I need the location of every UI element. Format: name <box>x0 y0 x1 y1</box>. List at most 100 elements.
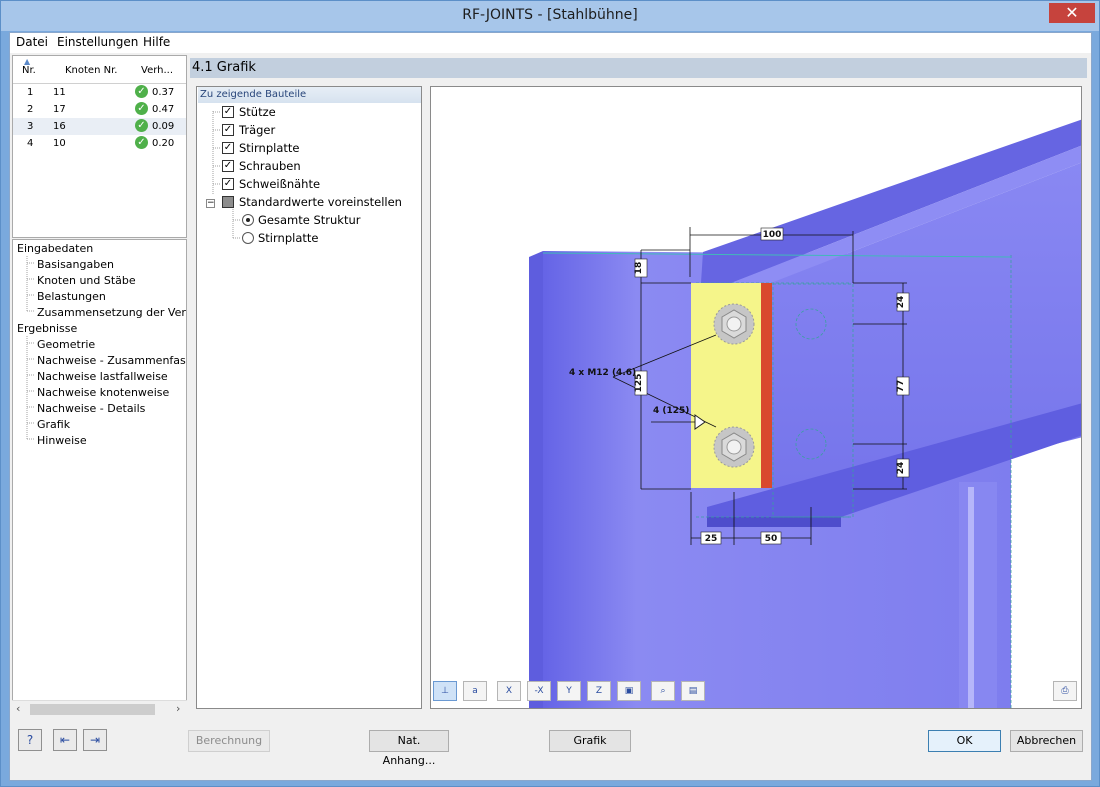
import-icon[interactable]: ⇤ <box>53 729 77 751</box>
label-stirnplatte: Stirnplatte <box>239 141 300 155</box>
weld-annotation: 4 (125) <box>653 406 689 416</box>
tree-item-nachweise-knoten[interactable]: Nachweise knotenweise <box>37 386 169 399</box>
scroll-thumb[interactable] <box>30 704 155 715</box>
row-knoten: 10 <box>53 138 66 149</box>
graphic-toolbar: ⊥ a X -X Y Z ▣ ⌕ ▤ ⎙ <box>430 681 1082 707</box>
tree-horizontal-scrollbar[interactable]: ‹ › <box>12 700 187 717</box>
tree-group-results[interactable]: Ergebnisse <box>17 322 77 335</box>
dim-plate-edge: 25 <box>705 534 718 544</box>
radio-stirnplatte[interactable] <box>242 232 254 244</box>
row-nr: 4 <box>27 138 34 149</box>
row-ratio: 0.09 <box>152 121 175 132</box>
checkbox-schweissnaehte[interactable]: ✓ <box>222 178 234 190</box>
menu-bar: Datei Einstellungen Hilfe <box>10 33 1091 53</box>
title-bar: RF-JOINTS - [Stahlbühne] ✕ <box>1 1 1099 31</box>
dim-top-offset: 18 <box>634 262 644 275</box>
checkbox-schrauben[interactable]: ✓ <box>222 160 234 172</box>
y-axis-icon[interactable]: Y <box>557 681 581 701</box>
check-circle-icon: ✓ <box>135 119 148 132</box>
tree-item-nachweise-zusammenfassung[interactable]: Nachweise - Zusammenfassung <box>37 354 186 367</box>
help-icon[interactable]: ? <box>18 729 42 751</box>
tree-item-grafik[interactable]: Grafik <box>37 418 70 431</box>
node-table-header: ▲ Nr. Knoten Nr. Verh... <box>13 56 186 84</box>
navigation-tree: Eingabedaten Basisangaben Knoten und Stä… <box>12 239 187 717</box>
check-circle-icon: ✓ <box>135 136 148 149</box>
cancel-button[interactable]: Abbrechen <box>1010 730 1083 752</box>
radio-gesamte-struktur[interactable] <box>242 214 254 226</box>
main-client: Datei Einstellungen Hilfe ▲ Nr. Knoten N… <box>9 32 1092 781</box>
row-ratio: 0.37 <box>152 87 175 98</box>
row-nr: 2 <box>27 104 34 115</box>
dim-bolt-gauge: 50 <box>765 534 778 544</box>
check-circle-icon: ✓ <box>135 102 148 115</box>
export-icon[interactable]: ⇥ <box>83 729 107 751</box>
row-ratio: 0.20 <box>152 138 175 149</box>
tree-item-knoten-staebe[interactable]: Knoten und Stäbe <box>37 274 136 287</box>
tree-group-input[interactable]: Eingabedaten <box>17 242 93 255</box>
checkbox-stirnplatte[interactable]: ✓ <box>222 142 234 154</box>
scroll-left-icon[interactable]: ‹ <box>16 702 20 715</box>
menu-einstellungen[interactable]: Einstellungen <box>57 35 138 49</box>
zoom-icon[interactable]: ⌕ <box>651 681 675 701</box>
checkbox-standardwerte[interactable] <box>222 196 234 208</box>
table-row[interactable]: 4 10 ✓ 0.20 <box>13 135 186 152</box>
section-title: 4.1 Grafik <box>192 60 256 75</box>
dim-edge-bottom: 24 <box>896 462 906 475</box>
row-knoten: 17 <box>53 104 66 115</box>
section-header: 4.1 Grafik <box>190 58 1087 78</box>
tree-item-geometrie[interactable]: Geometrie <box>37 338 95 351</box>
x-axis-neg-icon[interactable]: -X <box>527 681 551 701</box>
joint-graphic-view[interactable]: 100 18 24 125 77 24 25 50 4 x M12 (4.6) <box>430 86 1082 709</box>
show-dimensions-button[interactable]: ⊥ <box>433 681 457 701</box>
label-traeger: Träger <box>239 123 276 137</box>
menu-hilfe[interactable]: Hilfe <box>143 35 170 49</box>
tree-item-basisangaben[interactable]: Basisangaben <box>37 258 114 271</box>
collapse-icon[interactable]: − <box>206 199 215 208</box>
tree-item-nachweise-lastfall[interactable]: Nachweise lastfallweise <box>37 370 168 383</box>
column-stiffener <box>959 482 997 708</box>
row-nr: 1 <box>27 87 34 98</box>
ok-button[interactable]: OK <box>928 730 1001 752</box>
label-gesamte-struktur: Gesamte Struktur <box>258 213 361 227</box>
dim-bolt-spacing: 77 <box>896 380 906 393</box>
graphic-button[interactable]: Grafik <box>549 730 631 752</box>
national-annex-button[interactable]: Nat. Anhang... <box>369 730 449 767</box>
menu-datei[interactable]: Datei <box>16 35 48 49</box>
weld-seam <box>761 283 772 488</box>
label-schweissnaehte: Schweißnähte <box>239 177 321 191</box>
tree-item-zusammensetzung[interactable]: Zusammensetzung der Verbindung <box>37 306 186 319</box>
label-stuetze: Stütze <box>239 105 276 119</box>
bolt-annotation: 4 x M12 (4.6) <box>569 368 636 378</box>
app-window: RF-JOINTS - [Stahlbühne] ✕ Datei Einstel… <box>0 0 1100 787</box>
column-flange-left <box>529 251 543 708</box>
calculation-button[interactable]: Berechnung <box>188 730 270 752</box>
checkbox-traeger[interactable]: ✓ <box>222 124 234 136</box>
label-standardwerte: Standardwerte voreinstellen <box>239 195 402 209</box>
z-axis-icon[interactable]: Z <box>587 681 611 701</box>
table-row-selected[interactable]: 3 16 ✓ 0.09 <box>13 118 186 135</box>
checkbox-stuetze[interactable]: ✓ <box>222 106 234 118</box>
bolt-bottom <box>713 426 755 468</box>
show-labels-button[interactable]: a <box>463 681 487 701</box>
joint-drawing: 100 18 24 125 77 24 25 50 4 x M12 (4.6) <box>529 119 1081 708</box>
row-knoten: 16 <box>53 121 66 132</box>
table-row[interactable]: 1 11 ✓ 0.37 <box>13 84 186 101</box>
tree-item-belastungen[interactable]: Belastungen <box>37 290 106 303</box>
iso-view-icon[interactable]: ▣ <box>617 681 641 701</box>
header-nr[interactable]: Nr. <box>22 65 36 76</box>
x-axis-icon[interactable]: X <box>497 681 521 701</box>
dim-top-width: 100 <box>763 230 782 240</box>
scroll-right-icon[interactable]: › <box>176 702 180 715</box>
bottom-bar: ? ⇤ ⇥ Berechnung Nat. Anhang... Grafik O… <box>10 719 1091 781</box>
tree-item-hinweise[interactable]: Hinweise <box>37 434 87 447</box>
close-window-button[interactable]: ✕ <box>1049 3 1095 23</box>
tree-item-nachweise-details[interactable]: Nachweise - Details <box>37 402 145 415</box>
header-knoten[interactable]: Knoten Nr. <box>65 65 117 76</box>
header-verh[interactable]: Verh... <box>141 65 173 76</box>
print-icon[interactable]: ⎙ <box>1053 681 1077 701</box>
bolt-top <box>713 303 755 345</box>
window-title: RF-JOINTS - [Stahlbühne] <box>462 7 638 23</box>
label-radio-stirnplatte: Stirnplatte <box>258 231 319 245</box>
table-row[interactable]: 2 17 ✓ 0.47 <box>13 101 186 118</box>
layers-icon[interactable]: ▤ <box>681 681 705 701</box>
